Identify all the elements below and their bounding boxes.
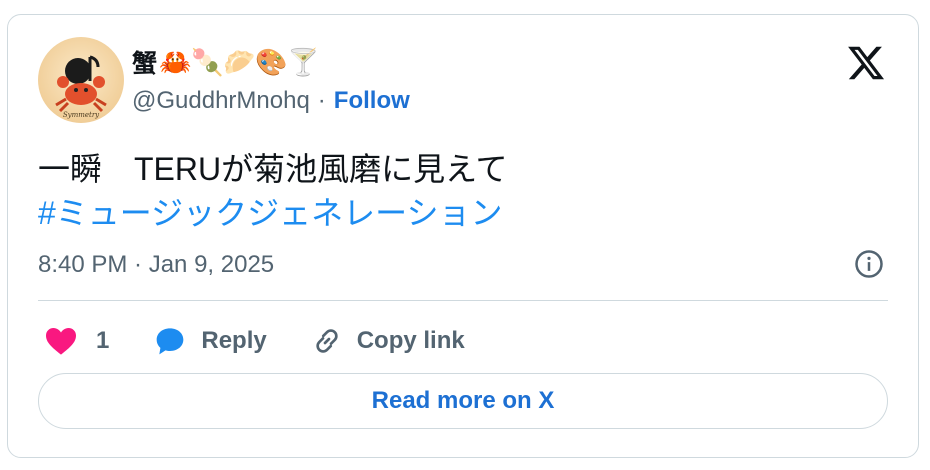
- author-handle-row: @GuddhrMnohq · Follow: [132, 87, 410, 115]
- x-logo-icon[interactable]: [846, 43, 886, 83]
- copy-link-button[interactable]: Copy link: [311, 325, 465, 357]
- avatar-text: Symmetry: [63, 111, 100, 119]
- cocktail-emoji-icon: 🍸: [287, 47, 320, 77]
- handle-separator: ·: [317, 87, 326, 114]
- hashtag-link[interactable]: #ミュージックジェネレーション: [38, 191, 508, 235]
- reply-label: Reply: [201, 327, 267, 354]
- follow-link[interactable]: Follow: [334, 87, 410, 115]
- crab-emoji-icon: 🦀: [159, 47, 192, 77]
- dango-emoji-icon: 🍡: [191, 47, 224, 77]
- tweet-timestamp[interactable]: 8:40 PM · Jan 9, 2025: [38, 251, 274, 279]
- palette-emoji-icon: 🎨: [255, 47, 288, 77]
- read-more-label: Read more on X: [371, 387, 555, 414]
- heart-icon: [46, 328, 76, 355]
- tweet-card: Symmetry 蟹 🦀 🍡 🥟 🎨 🍸 @GuddhrMnohq · Foll…: [7, 14, 919, 458]
- reply-button[interactable]: Reply: [153, 325, 267, 357]
- dumpling-emoji-icon: 🥟: [223, 47, 256, 77]
- avatar[interactable]: Symmetry: [38, 37, 124, 123]
- like-count: 1: [96, 327, 110, 354]
- link-icon: [316, 329, 338, 353]
- copy-link-label: Copy link: [356, 327, 465, 354]
- author-display-name[interactable]: 蟹: [132, 44, 157, 80]
- like-button[interactable]: 1: [44, 326, 109, 356]
- info-icon[interactable]: [854, 249, 884, 279]
- divider: [38, 300, 888, 301]
- author-handle[interactable]: @GuddhrMnohq: [132, 87, 310, 115]
- author-name-row[interactable]: 蟹 🦀 🍡 🥟 🎨 🍸: [132, 44, 320, 80]
- reply-bubble-icon: [157, 328, 184, 355]
- read-more-button[interactable]: Read more on X: [38, 373, 888, 429]
- tweet-body: 一瞬 TERUが菊池風磨に見えて #ミュージックジェネレーション: [38, 147, 508, 235]
- action-bar: 1 Reply Copy link: [44, 321, 509, 361]
- tweet-text: 一瞬 TERUが菊池風磨に見えて: [38, 151, 508, 187]
- avatar-crab-image: Symmetry: [55, 55, 107, 119]
